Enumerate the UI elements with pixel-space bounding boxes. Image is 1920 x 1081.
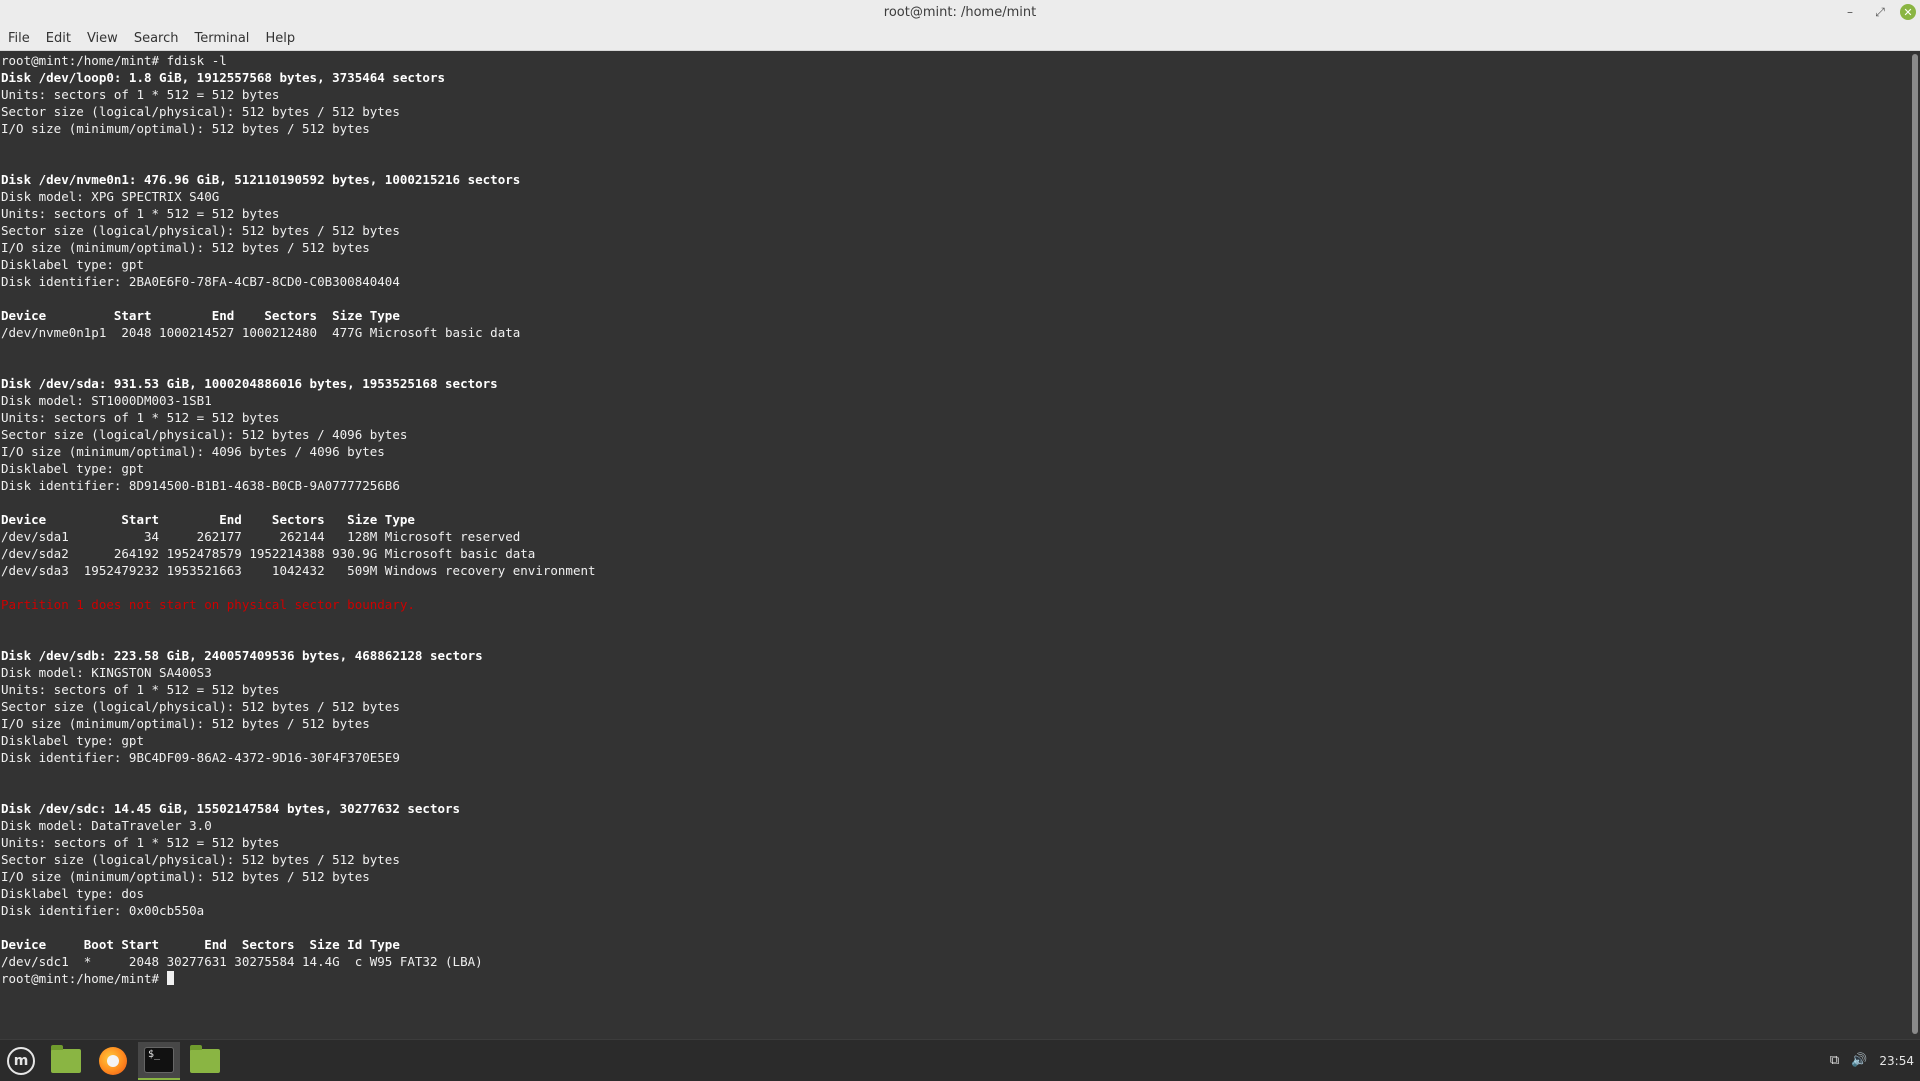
terminal-line: /dev/sdc1 * 2048 30277631 30275584 14.4G… [1,954,483,969]
terminal-window: root@mint: /home/mint – ⤢ ✕ File Edit Vi… [0,0,1920,1039]
terminal-line: I/O size (minimum/optimal): 512 bytes / … [1,716,370,731]
volume-icon[interactable]: 🔊 [1851,1053,1867,1068]
terminal-line: Units: sectors of 1 * 512 = 512 bytes [1,206,280,221]
terminal-line: Disk /dev/sdb: 223.58 GiB, 240057409536 … [1,648,483,663]
terminal-line: Disk model: ST1000DM003-1SB1 [1,393,212,408]
menu-file[interactable]: File [0,31,38,46]
menu-help[interactable]: Help [257,31,303,46]
terminal-line: I/O size (minimum/optimal): 512 bytes / … [1,240,370,255]
terminal-output[interactable]: root@mint:/home/mint# fdisk -l Disk /dev/… [0,52,1906,1037]
terminal-line: Disklabel type: gpt [1,257,144,272]
terminal-line: Disk identifier: 9BC4DF09-86A2-4372-9D16… [1,750,400,765]
taskbar-files-button[interactable] [45,1042,87,1080]
terminal-line: Units: sectors of 1 * 512 = 512 bytes [1,410,280,425]
terminal-line: Device Boot Start End Sectors Size Id Ty… [1,937,400,952]
clock[interactable]: 23:54 [1879,1054,1914,1068]
folder-icon [51,1045,81,1073]
terminal-line: Units: sectors of 1 * 512 = 512 bytes [1,87,280,102]
taskbar-files-2-button[interactable] [184,1042,226,1080]
taskbar-firefox-button[interactable] [92,1042,134,1080]
window-title: root@mint: /home/mint [883,5,1037,20]
terminal-line: Disk model: KINGSTON SA400S3 [1,665,212,680]
terminal-line: /dev/nvme0n1p1 2048 1000214527 100021248… [1,325,521,340]
window-controls: – ⤢ ✕ [1840,2,1916,22]
terminal-line: Partition 1 does not start on physical s… [1,597,415,612]
terminal-icon: $_ [144,1047,174,1073]
menu-edit[interactable]: Edit [38,31,79,46]
mint-logo-icon: m [7,1047,35,1075]
terminal-line: Sector size (logical/physical): 512 byte… [1,699,400,714]
terminal-line: Units: sectors of 1 * 512 = 512 bytes [1,682,280,697]
terminal-line: Device Start End Sectors Size Type [1,308,400,323]
terminal-line: /dev/sda2 264192 1952478579 1952214388 9… [1,546,536,561]
terminal-line: I/O size (minimum/optimal): 4096 bytes /… [1,444,385,459]
scrollbar[interactable] [1912,54,1918,1034]
terminal-line: /dev/sda3 1952479232 1953521663 1042432 … [1,563,596,578]
terminal-text[interactable]: root@mint:/home/mint# fdisk -l Disk /dev/… [0,52,1906,987]
taskbar: m $_ ⧉ 🔊 23:54 [0,1039,1920,1081]
menu-button[interactable]: m [0,1042,42,1080]
menu-search[interactable]: Search [126,31,187,46]
menu-terminal[interactable]: Terminal [186,31,257,46]
terminal-prompt-line[interactable]: root@mint:/home/mint# [1,970,1906,987]
terminal-line: Sector size (logical/physical): 512 byte… [1,104,400,119]
terminal-line: Disk identifier: 8D914500-B1B1-4638-B0CB… [1,478,400,493]
terminal-line: root@mint:/home/mint# fdisk -l [1,53,227,68]
terminal-line: Disk identifier: 2BA0E6F0-78FA-4CB7-8CD0… [1,274,400,289]
system-tray: ⧉ 🔊 23:54 [1830,1040,1914,1081]
terminal-line: Disk /dev/sdc: 14.45 GiB, 15502147584 by… [1,801,461,816]
terminal-line: Device Start End Sectors Size Type [1,512,415,527]
terminal-line: Sector size (logical/physical): 512 byte… [1,427,408,442]
terminal-line: Disk /dev/sda: 931.53 GiB, 1000204886016… [1,376,498,391]
terminal-line: Disklabel type: gpt [1,733,144,748]
network-icon[interactable]: ⧉ [1830,1053,1839,1068]
menu-view[interactable]: View [79,31,126,46]
folder-icon [190,1045,220,1073]
terminal-line: Sector size (logical/physical): 512 byte… [1,852,400,867]
terminal-line: Disklabel type: dos [1,886,144,901]
terminal-line: Sector size (logical/physical): 512 byte… [1,223,400,238]
terminal-line: I/O size (minimum/optimal): 512 bytes / … [1,121,370,136]
firefox-icon [99,1047,127,1075]
terminal-line: /dev/sda1 34 262177 262144 128M Microsof… [1,529,521,544]
terminal-line: Disk /dev/loop0: 1.8 GiB, 1912557568 byt… [1,70,446,85]
terminal-line: Disklabel type: gpt [1,461,144,476]
taskbar-terminal-button[interactable]: $_ [138,1042,180,1080]
terminal-line: Disk model: DataTraveler 3.0 [1,818,212,833]
terminal-prompt: root@mint:/home/mint# [1,971,167,986]
minimize-button[interactable]: – [1840,2,1860,22]
terminal-line: Disk model: XPG SPECTRIX S40G [1,189,220,204]
terminal-line: I/O size (minimum/optimal): 512 bytes / … [1,869,370,884]
terminal-cursor [166,971,174,985]
terminal-line: Disk identifier: 0x00cb550a [1,903,205,918]
close-button[interactable]: ✕ [1900,4,1916,20]
menu-bar: File Edit View Search Terminal Help [0,26,1920,51]
terminal-line: Units: sectors of 1 * 512 = 512 bytes [1,835,280,850]
maximize-button[interactable]: ⤢ [1870,2,1890,22]
terminal-line: Disk /dev/nvme0n1: 476.96 GiB, 512110190… [1,172,521,187]
title-bar[interactable]: root@mint: /home/mint – ⤢ ✕ [0,0,1920,26]
